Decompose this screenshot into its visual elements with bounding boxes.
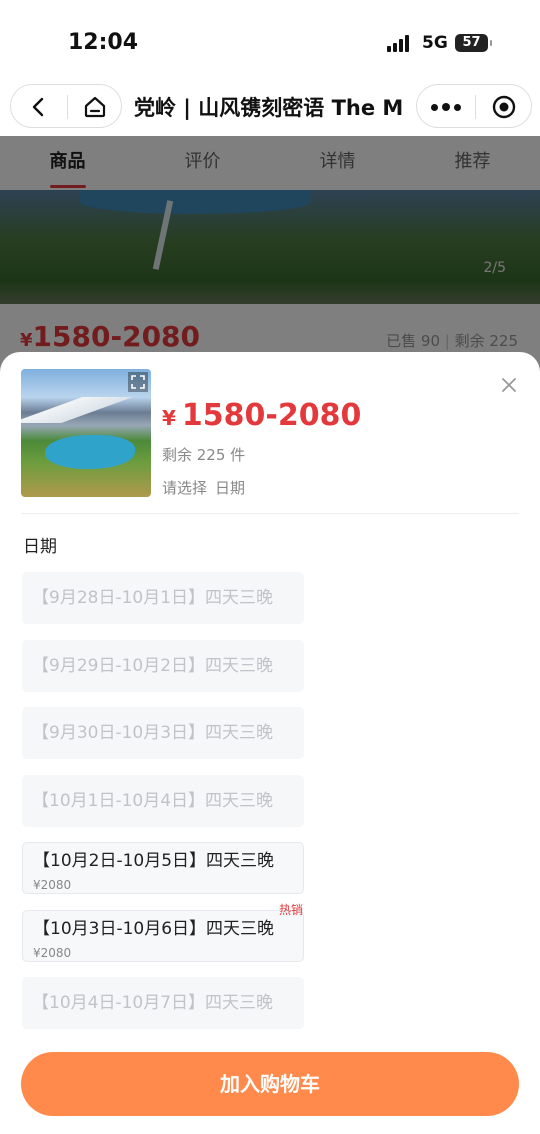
back-icon	[32, 97, 44, 117]
date-option[interactable]: 热销 【10月3日-10月6日】四天三晚 ¥2080	[22, 903, 304, 962]
more-dots-icon	[431, 103, 461, 111]
close-miniapp-button[interactable]	[475, 85, 533, 129]
sheet-price: ¥1580-2080	[162, 398, 362, 433]
date-option: 【9月30日-10月3日】四天三晚	[22, 707, 304, 759]
add-to-cart-button[interactable]: 加入购物车	[21, 1052, 519, 1116]
selection-hint: 请选择 日期	[162, 479, 246, 497]
back-button[interactable]	[11, 85, 67, 129]
date-option: 【9月29日-10月2日】四天三晚	[22, 639, 304, 692]
home-icon	[84, 96, 106, 118]
expand-icon[interactable]	[128, 372, 148, 392]
home-button[interactable]	[67, 85, 123, 129]
more-button[interactable]	[417, 85, 475, 129]
date-option: 【10月1日-10月4日】四天三晚	[22, 774, 304, 827]
option-price: ¥2080	[33, 878, 72, 892]
stock-count: 剩余 225 件	[162, 446, 246, 464]
option-price: ¥2080	[33, 945, 72, 960]
signal-icon	[387, 34, 413, 52]
date-section-title: 日期	[23, 537, 57, 557]
page-title: 党岭 | 山风镌刻密语 The M	[134, 96, 404, 120]
status-time: 12:04	[68, 30, 139, 55]
battery-icon: 57	[455, 34, 492, 52]
date-options: 【9月28日-10月1日】四天三晚 【9月29日-10月2日】四天三晚 【9月3…	[22, 572, 304, 1045]
menu-capsule	[416, 84, 532, 128]
close-icon[interactable]	[498, 374, 520, 396]
network-label: 5G	[422, 33, 448, 53]
target-icon	[492, 95, 516, 119]
date-option: 【9月28日-10月1日】四天三晚	[22, 572, 304, 624]
status-bar: 12:04 5G 57	[0, 0, 540, 84]
hot-badge: 热销	[278, 902, 303, 917]
product-thumbnail[interactable]	[21, 369, 151, 497]
divider	[21, 513, 519, 514]
nav-capsule	[10, 84, 122, 128]
sku-sheet: ¥1580-2080 剩余 225 件 请选择 日期 日期 【9月28日-10月1…	[0, 352, 540, 1134]
nav-bar: 党岭 | 山风镌刻密语 The M	[0, 84, 540, 136]
date-option[interactable]: 【10月2日-10月5日】四天三晚 ¥2080	[22, 842, 304, 894]
date-option: 【10月4日-10月7日】四天三晚	[22, 977, 304, 1029]
